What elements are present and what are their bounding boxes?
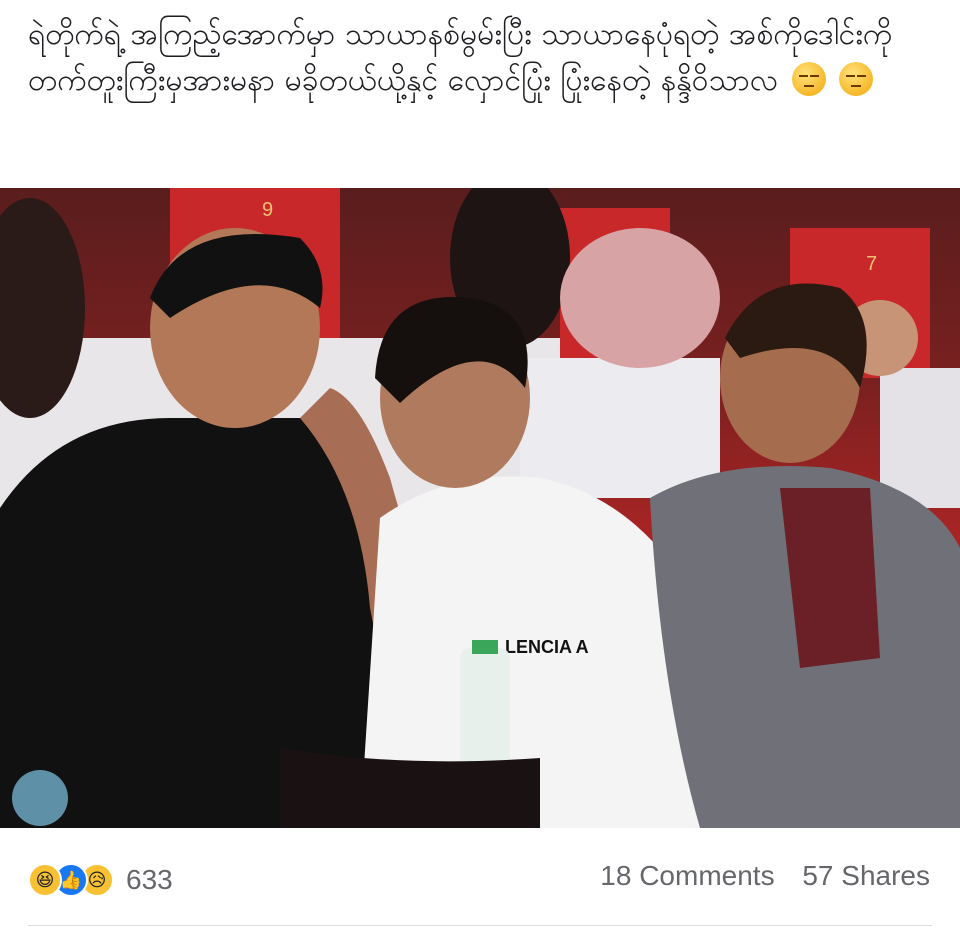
post-footer: 😆 👍 😥 633 18 Comments 57 Shares (0, 828, 960, 932)
comments-link[interactable]: 18 Comments (600, 860, 774, 891)
seat-headrest (880, 368, 960, 508)
post-photo[interactable]: 9 7 LENCIA A (0, 188, 960, 828)
reaction-count: 633 (126, 864, 173, 895)
photo-illustration: 9 7 LENCIA A (0, 188, 960, 828)
post-text: ရဲတိုက်ရဲ့ အကြည့်အောက်မှာ သာယာနစ်မွမ်းပြ… (28, 12, 928, 104)
hoodie-print: LENCIA A (505, 637, 589, 657)
shares-link[interactable]: 57 Shares (802, 860, 930, 891)
unamused-face-icon (839, 62, 874, 96)
background-person (560, 228, 720, 368)
reactions-summary[interactable]: 😆 👍 😥 633 (28, 860, 173, 900)
post-stats: 18 Comments 57 Shares (580, 860, 930, 892)
post-caption: ရဲတိုက်ရဲ့ အကြည့်အောက်မှာ သာယာနစ်မွမ်းပြ… (28, 17, 893, 98)
seat-number: 9 (262, 199, 273, 221)
foreground-bottle (12, 770, 68, 826)
haha-icon: 😆 (28, 863, 62, 897)
seat-number: 7 (866, 253, 877, 275)
divider (28, 925, 932, 926)
seat-headrest (520, 358, 720, 498)
unamused-face-icon (791, 62, 826, 96)
bottle-cap (472, 640, 498, 654)
